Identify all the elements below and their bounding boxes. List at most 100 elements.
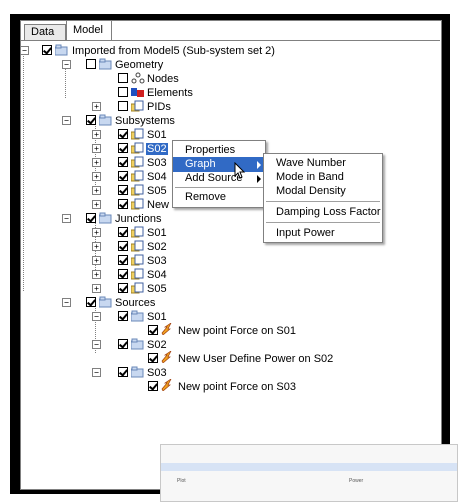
tree-line	[65, 64, 66, 98]
checkbox[interactable]	[118, 185, 128, 195]
menu-item-properties[interactable]: Properties	[173, 143, 265, 158]
checkbox[interactable]	[148, 353, 158, 363]
menu-label: Damping Loss Factor	[276, 206, 381, 218]
folder-icon	[131, 310, 144, 322]
expand-icon[interactable]: +	[92, 186, 101, 195]
menu-item-mode-in-band[interactable]: Mode in Band	[264, 170, 382, 185]
checkbox[interactable]	[118, 157, 128, 167]
checkbox[interactable]	[118, 227, 128, 237]
menu-label: Properties	[185, 144, 236, 156]
subsystem-icon	[131, 156, 144, 168]
checkbox[interactable]	[118, 311, 128, 321]
folder-icon	[99, 212, 112, 224]
collapse-icon[interactable]: −	[92, 340, 101, 349]
checkbox[interactable]	[118, 269, 128, 279]
expand-icon[interactable]: +	[92, 130, 101, 139]
tree-label: S01	[147, 129, 167, 141]
expand-icon[interactable]: +	[92, 270, 101, 279]
checkbox[interactable]	[86, 213, 96, 223]
tree-label: New	[147, 199, 170, 211]
junction-icon	[131, 254, 144, 266]
checkbox[interactable]	[148, 381, 158, 391]
expand-icon[interactable]: +	[92, 102, 101, 111]
graph-submenu: Wave Number Mode in Band Modal Density D…	[263, 153, 383, 243]
collapse-icon[interactable]: −	[62, 116, 71, 125]
checkbox[interactable]	[118, 283, 128, 293]
tree-label-selected: S02	[146, 143, 168, 155]
menu-item-graph[interactable]: Graph	[173, 157, 265, 172]
checkbox[interactable]	[86, 59, 96, 69]
checkbox[interactable]	[86, 115, 96, 125]
menu-label: Input Power	[276, 227, 335, 239]
expand-icon[interactable]: +	[92, 172, 101, 181]
junction-icon	[131, 240, 144, 252]
collapse-icon[interactable]: −	[62, 214, 71, 223]
checkbox[interactable]	[118, 129, 128, 139]
checkbox[interactable]	[118, 143, 128, 153]
collapse-icon[interactable]: −	[20, 46, 29, 55]
expand-icon[interactable]: +	[92, 200, 101, 209]
tree-label: S04	[147, 171, 167, 183]
thumbnail-label: Plot	[177, 478, 186, 484]
nodes-icon	[131, 72, 145, 84]
subsystem-icon	[131, 184, 144, 196]
tree-label: Imported from Model5 (Sub-system set 2)	[72, 45, 275, 57]
tab-data[interactable]: Data	[24, 24, 66, 40]
menu-item-modal-density[interactable]: Modal Density	[264, 184, 382, 199]
tree-label: PIDs	[147, 101, 171, 113]
collapse-icon[interactable]: −	[62, 298, 71, 307]
tree-label: Subsystems	[115, 115, 175, 127]
checkbox[interactable]	[42, 45, 52, 55]
checkbox[interactable]	[86, 297, 96, 307]
folder-icon	[55, 44, 68, 56]
menu-item-wave-number[interactable]: Wave Number	[264, 156, 382, 171]
menu-item-input-power[interactable]: Input Power	[264, 226, 382, 241]
checkbox[interactable]	[118, 367, 128, 377]
subsystem-icon	[131, 142, 144, 154]
tree-label: S05	[147, 283, 167, 295]
checkbox[interactable]	[118, 171, 128, 181]
collapse-icon[interactable]: −	[92, 312, 101, 321]
junction-icon	[131, 268, 144, 280]
tree-label: S03	[147, 157, 167, 169]
tree-label: S04	[147, 269, 167, 281]
menu-label: Modal Density	[276, 185, 346, 197]
tree-label: New point Force on S03	[178, 381, 297, 393]
pid-icon	[131, 100, 144, 112]
menu-separator	[266, 201, 380, 202]
menu-item-add-source[interactable]: Add Source	[173, 171, 265, 186]
checkbox[interactable]	[118, 73, 128, 83]
context-menu: Properties Graph Add Source Remove	[172, 140, 266, 208]
checkbox[interactable]	[118, 255, 128, 265]
expand-icon[interactable]: +	[92, 228, 101, 237]
checkbox[interactable]	[118, 87, 128, 97]
tree-label: Nodes	[147, 73, 179, 85]
tree-label: S03	[147, 367, 167, 379]
menu-item-damping-loss-factor[interactable]: Damping Loss Factor	[264, 205, 382, 220]
overlay-window-thumbnail: Plot Power	[160, 444, 458, 502]
checkbox[interactable]	[118, 101, 128, 111]
collapse-icon[interactable]: −	[92, 368, 101, 377]
expand-icon[interactable]: +	[92, 284, 101, 293]
subsystem-icon	[131, 128, 144, 140]
expand-icon[interactable]: +	[92, 256, 101, 265]
checkbox[interactable]	[118, 339, 128, 349]
expand-icon[interactable]: +	[92, 158, 101, 167]
tree-label: S05	[147, 185, 167, 197]
tree-label: New point Force on S01	[178, 325, 297, 337]
menu-item-remove[interactable]: Remove	[173, 190, 265, 205]
expand-icon[interactable]: +	[92, 242, 101, 251]
checkbox[interactable]	[118, 199, 128, 209]
tree-label: Junctions	[115, 213, 162, 225]
tree-label: S03	[147, 255, 167, 267]
tab-model[interactable]: Model	[66, 20, 112, 40]
thumbnail-label: Power	[349, 478, 364, 484]
menu-separator	[266, 222, 380, 223]
checkbox[interactable]	[148, 325, 158, 335]
checkbox[interactable]	[118, 241, 128, 251]
folder-icon	[99, 296, 112, 308]
submenu-arrow-icon	[257, 161, 261, 169]
expand-icon[interactable]: +	[92, 144, 101, 153]
tree-label: S02	[147, 241, 167, 253]
collapse-icon[interactable]: −	[62, 60, 71, 69]
